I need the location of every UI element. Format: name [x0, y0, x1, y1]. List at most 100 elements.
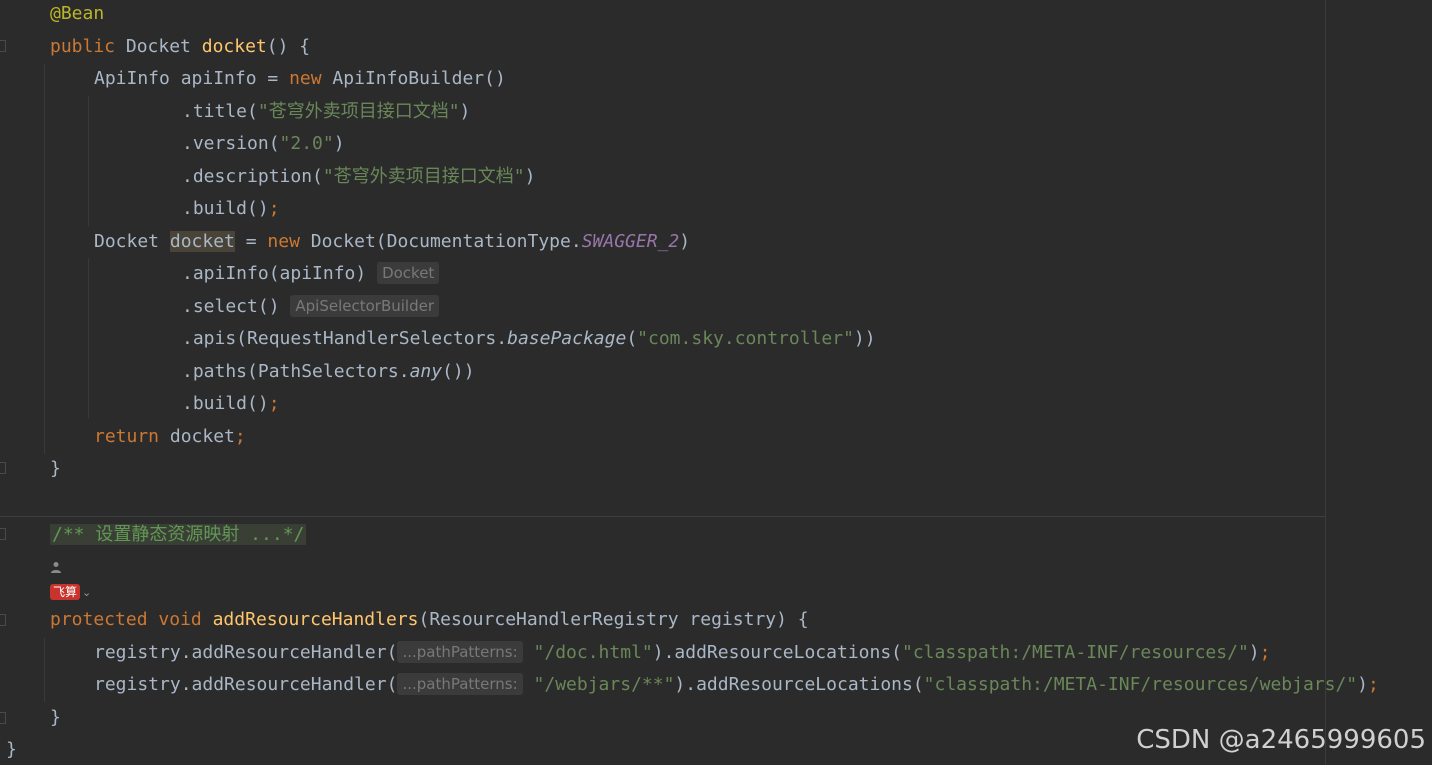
type-inlay-hint: Docket	[377, 262, 440, 284]
semicolon-token: ;	[234, 426, 246, 447]
user-icon	[51, 562, 61, 573]
string-token: "com.sky.controller"	[637, 328, 854, 349]
code-line[interactable]: return docket;	[94, 423, 246, 451]
semicolon-token: ;	[1368, 674, 1379, 695]
text-token: )	[459, 101, 471, 122]
text-token: )	[333, 133, 345, 154]
text-token: .select()	[182, 296, 280, 317]
keyword-token: return	[94, 426, 160, 447]
text-token: .apis(RequestHandlerSelectors.	[182, 328, 508, 349]
static-method-token: any	[409, 361, 443, 382]
closing-brace-token: }	[6, 739, 17, 760]
type-token: Docket	[94, 231, 170, 252]
collapsed-doc-comment[interactable]: /** 设置静态资源映射 ...*/	[50, 524, 307, 545]
highlighted-variable-token[interactable]: docket	[169, 231, 235, 252]
fold-marker[interactable]	[0, 40, 6, 52]
text-token: )	[1248, 642, 1260, 663]
text-token: registry.addResourceHandler(	[94, 642, 398, 663]
code-line[interactable]: .version("2.0")	[182, 130, 345, 158]
text-token: )	[524, 166, 536, 187]
keyword-token: new	[267, 231, 300, 252]
chevron-down-icon[interactable]: ⌄	[82, 586, 91, 599]
code-line[interactable]: .apis(RequestHandlerSelectors.basePackag…	[182, 325, 876, 353]
code-line[interactable]: .select() ApiSelectorBuilder	[182, 293, 440, 321]
method-name-token: docket	[201, 36, 267, 57]
code-line[interactable]: }	[6, 736, 17, 764]
code-line[interactable]: }	[50, 704, 61, 732]
string-token: "/doc.html"	[533, 642, 653, 663]
semicolon-token: ;	[268, 198, 280, 219]
text-token: docket	[159, 426, 235, 447]
text-token: .build()	[182, 198, 269, 219]
code-line[interactable]: ApiInfo apiInfo = new ApiInfoBuilder()	[94, 65, 506, 93]
code-line[interactable]: .title("苍穹外卖项目接口文档")	[182, 98, 470, 126]
indent-guide	[44, 64, 45, 454]
annotation-token: @Bean	[50, 3, 105, 24]
semicolon-token: ;	[268, 393, 280, 414]
text-token: )	[1357, 674, 1368, 695]
text-token: =	[234, 231, 268, 252]
text-token: (ResourceHandlerRegistry registry) {	[418, 609, 809, 630]
text-token: .description(	[182, 166, 323, 187]
keyword-token: protected	[50, 609, 148, 630]
code-line[interactable]: registry.addResourceHandler(...pathPatte…	[94, 671, 1379, 699]
text-token: ).addResourceLocations(	[652, 642, 902, 663]
text-token: .paths(PathSelectors.	[182, 361, 410, 382]
code-line[interactable]: }	[50, 455, 61, 483]
code-line[interactable]: .build();	[182, 390, 280, 418]
code-line[interactable]: Docket docket = new Docket(Documentation…	[94, 228, 690, 256]
text-token: registry.addResourceHandler(	[94, 674, 398, 695]
text-token: ())	[442, 361, 475, 382]
csdn-watermark: CSDN @a2465999605	[1136, 725, 1426, 755]
text-token: ApiInfoBuilder()	[321, 68, 506, 89]
type-token: Docket	[125, 36, 191, 57]
string-token: "/webjars/**"	[533, 674, 675, 695]
constant-token: SWAGGER_2	[581, 231, 680, 252]
semicolon-token: ;	[1259, 642, 1271, 663]
string-token: "苍穹外卖项目接口文档"	[322, 166, 525, 187]
closing-brace-token: }	[50, 707, 61, 728]
code-editor[interactable]: @Bean public Docket docket() { ApiInfo a…	[0, 0, 1432, 765]
text-token: Docket(DocumentationType.	[299, 231, 582, 252]
code-line[interactable]: /** 设置静态资源映射 ...*/	[50, 521, 307, 549]
text-token: () {	[266, 36, 311, 57]
text-token: .title(	[182, 101, 258, 122]
indent-guide	[44, 638, 45, 702]
author-inlay[interactable]	[50, 557, 66, 576]
text-token: ApiInfo apiInfo =	[94, 68, 290, 89]
plugin-inlay[interactable]: 飞算 ⌄	[50, 584, 91, 602]
keyword-token: public	[50, 36, 116, 57]
code-line[interactable]: .build();	[182, 195, 280, 223]
code-line[interactable]: @Bean	[50, 0, 104, 28]
closing-brace-token: }	[50, 458, 61, 479]
text-token: )	[679, 231, 691, 252]
code-line[interactable]: .paths(PathSelectors.any())	[182, 358, 475, 386]
code-line[interactable]: protected void addResourceHandlers(Resou…	[50, 606, 809, 634]
string-token: "classpath:/META-INF/resources/webjars/"	[923, 674, 1358, 695]
indent-guide	[88, 96, 89, 226]
parameter-inlay-hint: ...pathPatterns:	[397, 641, 523, 663]
fold-marker[interactable]	[0, 462, 6, 474]
fold-marker[interactable]	[0, 712, 6, 724]
code-line[interactable]: .apiInfo(apiInfo) Docket	[182, 260, 440, 288]
method-separator	[0, 516, 1325, 517]
static-method-token: basePackage	[507, 328, 627, 349]
fold-marker[interactable]	[0, 614, 6, 626]
text-token: .build()	[182, 393, 269, 414]
plugin-badge-icon: 飞算	[50, 584, 81, 600]
string-token: "2.0"	[279, 133, 334, 154]
code-line[interactable]: public Docket docket() {	[50, 33, 310, 61]
right-margin-guide	[1325, 0, 1326, 765]
text-token: ))	[853, 328, 876, 349]
indent-guide	[88, 258, 89, 418]
code-line[interactable]: registry.addResourceHandler(...pathPatte…	[94, 639, 1270, 667]
type-inlay-hint: ApiSelectorBuilder	[290, 295, 440, 317]
string-token: "classpath:/META-INF/resources/"	[902, 642, 1249, 663]
fold-marker[interactable]	[0, 528, 6, 540]
keyword-token: new	[289, 68, 322, 89]
code-line[interactable]: .description("苍穹外卖项目接口文档")	[182, 163, 535, 191]
text-token: (	[626, 328, 638, 349]
text-token: ).addResourceLocations(	[674, 674, 924, 695]
method-name-token: addResourceHandlers	[212, 609, 419, 630]
text-token: .version(	[182, 133, 280, 154]
